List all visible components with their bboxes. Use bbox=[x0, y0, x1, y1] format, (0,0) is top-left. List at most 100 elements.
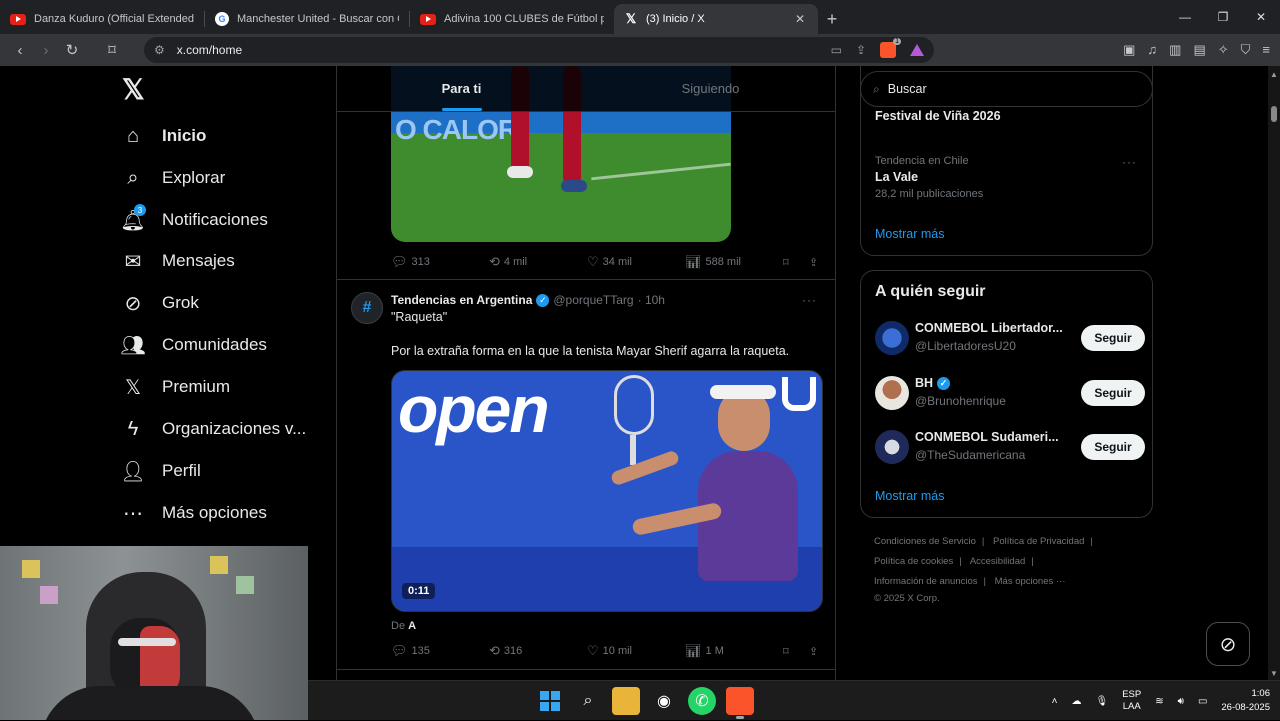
wallet-icon[interactable]: ▤ bbox=[1193, 42, 1205, 58]
start-icon[interactable] bbox=[536, 687, 564, 715]
scroll-down-icon[interactable]: ▼ bbox=[1270, 669, 1278, 678]
battery-icon[interactable]: ▭ bbox=[1198, 696, 1207, 707]
maximize-icon[interactable]: ❐ bbox=[1204, 0, 1242, 34]
minimize-icon[interactable]: — bbox=[1166, 0, 1204, 34]
source-name[interactable]: A bbox=[408, 620, 416, 632]
trends-show-more-link[interactable]: Mostrar más bbox=[875, 227, 944, 241]
brave-rewards-icon[interactable] bbox=[910, 44, 924, 56]
nav-item-more[interactable]: ⋯ Más opciones bbox=[118, 493, 267, 533]
privacy-link[interactable]: Política de Privacidad bbox=[993, 536, 1084, 547]
clock[interactable]: 1:06 26-08-2025 bbox=[1221, 687, 1270, 715]
repost-button[interactable]: ⟲ 4 mil bbox=[489, 254, 587, 270]
cast-icon[interactable]: ▭ bbox=[831, 43, 842, 57]
scroll-up-icon[interactable]: ▲ bbox=[1270, 70, 1278, 79]
onedrive-icon[interactable]: ☁ bbox=[1072, 696, 1082, 707]
author-name[interactable]: Tendencias en Argentina bbox=[391, 293, 532, 307]
views-button[interactable]: 📊︎ 1 M bbox=[685, 643, 783, 659]
cookies-link[interactable]: Política de cookies bbox=[874, 556, 953, 567]
trend-more-icon[interactable]: ··· bbox=[1122, 155, 1137, 169]
avatar[interactable] bbox=[875, 430, 909, 464]
follow-show-more-link[interactable]: Mostrar más bbox=[875, 489, 944, 503]
media-icon[interactable]: ♫ bbox=[1147, 42, 1157, 58]
microphone-icon[interactable]: 🎙︎ bbox=[1096, 696, 1109, 707]
more-options-icon[interactable]: ··· bbox=[802, 293, 817, 307]
trend-item[interactable]: Festival de Viña 2026 ··· bbox=[875, 94, 1145, 123]
nav-item-messages[interactable]: ✉ Mensajes bbox=[118, 241, 235, 281]
browser-tab[interactable]: Adivina 100 CLUBES de Fútbol por el bbox=[410, 4, 614, 34]
back-icon[interactable]: ‹ bbox=[8, 38, 32, 62]
author-handle[interactable]: @porqueTTarg bbox=[553, 293, 633, 307]
x-logo-icon[interactable]: 𝕏 bbox=[122, 76, 150, 104]
repost-icon: ⟲ bbox=[489, 643, 500, 658]
view-count: 1 M bbox=[705, 645, 724, 657]
more-options-link[interactable]: Más opciones ··· bbox=[995, 576, 1066, 587]
file-explorer-icon[interactable] bbox=[612, 687, 640, 715]
page-scrollbar[interactable]: ▲ ▼ bbox=[1268, 66, 1280, 680]
follow-button[interactable]: Seguir bbox=[1081, 380, 1145, 406]
language-indicator[interactable]: ESP LAA bbox=[1122, 689, 1141, 713]
bookmark-page-icon[interactable]: ⌑ bbox=[100, 38, 124, 62]
vpn-icon[interactable]: ⛉ bbox=[1241, 42, 1251, 58]
search-input[interactable]: ⌕ Buscar bbox=[860, 71, 1153, 107]
close-window-icon[interactable]: ✕ bbox=[1242, 0, 1280, 34]
share-icon[interactable]: ⇪ bbox=[809, 645, 823, 658]
share-icon[interactable]: ⇪ bbox=[809, 256, 823, 269]
trend-item[interactable]: Tendencia en Chile La Vale 28,2 mil publ… bbox=[875, 155, 1145, 200]
like-button[interactable]: ♡ 34 mil bbox=[587, 254, 685, 270]
nav-item-organizations[interactable]: ϟ Organizaciones v... bbox=[118, 409, 307, 449]
nav-item-communities[interactable]: 👥︎ Comunidades bbox=[118, 325, 267, 365]
reload-icon[interactable]: ↻ bbox=[60, 38, 84, 62]
reply-button[interactable]: 💬︎ 313 bbox=[391, 254, 489, 270]
follow-suggestion[interactable]: BH ✓ @Brunohenrique Seguir bbox=[875, 376, 1145, 410]
bookmark-icon[interactable]: ⌑ bbox=[783, 256, 809, 269]
new-tab-button[interactable]: + bbox=[818, 4, 846, 34]
ads-info-link[interactable]: Información de anuncios bbox=[874, 576, 978, 587]
avatar[interactable]: # bbox=[351, 292, 383, 324]
nav-item-notifications[interactable]: 🔔︎ 3 Notificaciones bbox=[118, 200, 268, 240]
close-tab-icon[interactable]: ✕ bbox=[792, 12, 808, 26]
nav-item-grok[interactable]: ⊘ Grok bbox=[118, 283, 199, 323]
wifi-icon[interactable]: ≋ bbox=[1155, 696, 1163, 707]
taskbar-search-icon[interactable]: ⌕ bbox=[574, 687, 602, 715]
nav-item-home[interactable]: ⌂ Inicio bbox=[118, 116, 206, 156]
grok-floating-button[interactable]: ⊘ bbox=[1206, 622, 1250, 666]
browser-tab-active[interactable]: 𝕏 (3) Inicio / X ✕ bbox=[614, 4, 818, 34]
follow-suggestion[interactable]: CONMEBOL Libertador... @LibertadoresU20 … bbox=[875, 321, 1145, 355]
site-settings-icon[interactable]: ⚙ bbox=[154, 43, 165, 57]
sidebar-icon[interactable]: ▥ bbox=[1169, 42, 1181, 58]
reply-button[interactable]: 💬︎ 135 bbox=[391, 643, 489, 659]
url-field[interactable]: ⚙ x.com/home ▭ ⇪ 1 bbox=[144, 37, 934, 63]
follow-button[interactable]: Seguir bbox=[1081, 325, 1145, 351]
share-icon[interactable]: ⇪ bbox=[856, 43, 866, 57]
nav-item-explore[interactable]: ⌕ Explorar bbox=[118, 158, 225, 198]
tab-for-you[interactable]: Para ti bbox=[337, 66, 586, 111]
repost-button[interactable]: ⟲ 316 bbox=[489, 643, 587, 659]
nav-item-premium[interactable]: 𝕏 Premium bbox=[118, 367, 230, 407]
bookmark-icon[interactable]: ⌑ bbox=[783, 645, 809, 658]
forward-icon[interactable]: › bbox=[34, 38, 58, 62]
follow-suggestion[interactable]: CONMEBOL Sudameri... @TheSudamericana Se… bbox=[875, 430, 1145, 464]
volume-icon[interactable]: 🔊︎ bbox=[1178, 696, 1184, 707]
whatsapp-icon[interactable]: ✆ bbox=[688, 687, 716, 715]
accessibility-link[interactable]: Accesibilidad bbox=[970, 556, 1025, 567]
screenshot-icon[interactable]: ▣ bbox=[1123, 42, 1135, 58]
brave-shields-icon[interactable]: 1 bbox=[880, 38, 901, 58]
menu-icon[interactable]: ≡ bbox=[1262, 42, 1270, 58]
browser-tab[interactable]: G Manchester United - Buscar con Goo bbox=[205, 4, 409, 34]
follow-button[interactable]: Seguir bbox=[1081, 434, 1145, 460]
terms-link[interactable]: Condiciones de Servicio bbox=[874, 536, 976, 547]
tab-following[interactable]: Siguiendo bbox=[586, 66, 835, 111]
views-button[interactable]: 📊︎ 588 mil bbox=[685, 254, 783, 270]
browser-tab[interactable]: Danza Kuduro (Official Extended Rem bbox=[0, 4, 204, 34]
brave-browser-icon[interactable] bbox=[726, 687, 754, 719]
nav-item-profile[interactable]: 👤︎ Perfil bbox=[118, 451, 200, 491]
avatar[interactable] bbox=[875, 376, 909, 410]
tray-chevron-icon[interactable]: ˄ bbox=[1052, 696, 1058, 707]
like-button[interactable]: ♡ 10 mil bbox=[587, 643, 685, 659]
steam-icon[interactable]: ◉ bbox=[650, 687, 678, 715]
avatar[interactable] bbox=[875, 321, 909, 355]
leo-ai-icon[interactable]: ✧ bbox=[1218, 42, 1229, 58]
scroll-thumb[interactable] bbox=[1271, 106, 1277, 122]
post-video[interactable]: open 0:11 bbox=[391, 370, 823, 612]
post-time[interactable]: · 10h bbox=[638, 293, 665, 307]
